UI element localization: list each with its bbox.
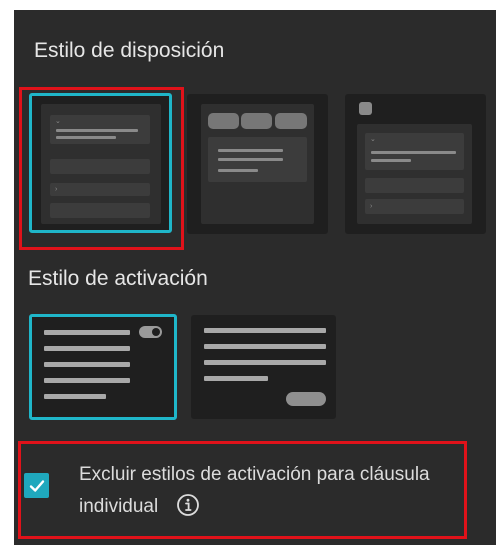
activation-option-button[interactable] <box>191 315 336 419</box>
layout-preview-card <box>201 104 314 224</box>
activation-style-heading: Estilo de activación <box>28 267 208 290</box>
preview-line <box>218 169 258 172</box>
checkmark-icon <box>29 479 44 492</box>
preview-line <box>204 360 326 365</box>
preview-line <box>204 328 326 333</box>
exclude-label[interactable]: Excluir estilos de activación para cláus… <box>79 459 474 523</box>
preview-clause-expanded: ⌄ <box>365 133 464 170</box>
chevron-down-icon: ⌄ <box>55 118 61 125</box>
preview-tab-content <box>208 137 307 182</box>
layout-option-2[interactable] <box>187 94 328 234</box>
chevron-right-icon: › <box>370 203 373 210</box>
layout-style-heading: Estilo de disposición <box>34 39 225 62</box>
preview-line <box>204 376 268 381</box>
preview-line <box>44 346 130 351</box>
preview-line <box>44 362 130 367</box>
info-icon[interactable] <box>176 493 200 517</box>
preview-line <box>204 344 326 349</box>
toggle-switch-icon <box>139 326 162 338</box>
preview-clause-collapsed: › <box>365 199 464 214</box>
activation-option-toggle[interactable] <box>29 314 177 420</box>
chevron-right-icon: › <box>55 186 58 193</box>
exclude-checkbox[interactable] <box>24 473 49 498</box>
exclude-label-text: Excluir estilos de activación para cláus… <box>79 464 430 517</box>
preview-line <box>56 129 138 132</box>
preview-tab <box>241 113 272 129</box>
layout-option-1[interactable]: ⌄ › <box>29 93 172 233</box>
preview-line <box>371 159 411 162</box>
preview-clause <box>50 159 150 174</box>
layout-option-3[interactable]: ⌄ › <box>345 94 486 234</box>
preview-clause <box>365 178 464 193</box>
preview-clause-expanded: ⌄ <box>50 115 150 144</box>
preview-toggle-square <box>359 102 372 115</box>
preview-tab <box>275 113 307 129</box>
preview-tab <box>208 113 239 129</box>
preview-line <box>44 330 130 335</box>
preview-apply-button <box>286 392 326 406</box>
preview-line <box>371 151 456 154</box>
layout-preview-card: ⌄ › <box>41 104 161 224</box>
preview-clause-collapsed: › <box>50 183 150 196</box>
preview-line <box>56 136 116 139</box>
layout-preview-card: ⌄ › <box>357 124 472 224</box>
preview-line <box>44 394 106 399</box>
preview-clause <box>50 203 150 218</box>
chevron-down-icon: ⌄ <box>370 136 376 143</box>
preview-line <box>44 378 130 383</box>
preview-line <box>218 149 283 152</box>
preview-line <box>218 158 283 161</box>
